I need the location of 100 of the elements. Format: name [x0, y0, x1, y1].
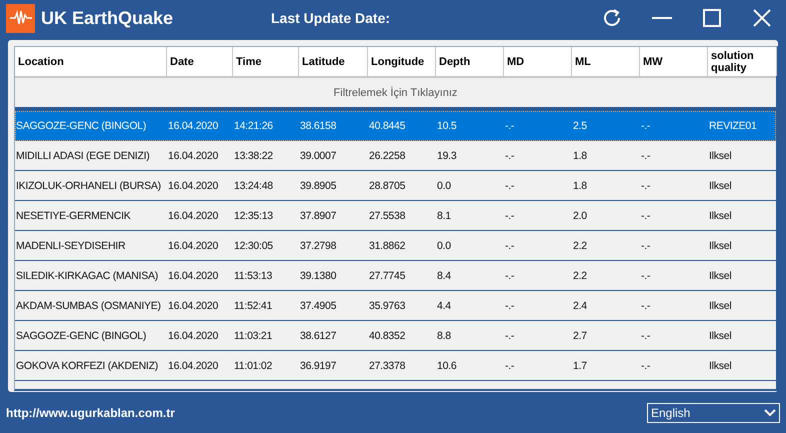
table-cell-text: -.- [504, 148, 516, 164]
table-cell-text: SILEDIK-KIRKAGAC (MANISA) [15, 268, 159, 284]
table-cell-text: -.- [504, 118, 516, 134]
table-cell-text: 2.4 [572, 298, 588, 314]
table-cell-text: SAGGOZE-GENC (BINGOL) [15, 118, 148, 134]
table-cell-text: 8.1 [436, 208, 452, 224]
table-cell-text: -.- [640, 148, 652, 164]
table-cell-text: Ilksel [708, 208, 732, 224]
table-cell-text: REVIZE01 [708, 118, 758, 134]
table-cell-text: 16.04.2020 [167, 148, 220, 164]
column-header[interactable]: Time [233, 47, 299, 76]
table-cell-text: 2.7 [572, 328, 588, 344]
column-header[interactable]: solution quality [708, 47, 777, 76]
table-cell-text: -.- [640, 358, 652, 374]
table-cell-text: 36.9197 [299, 358, 338, 374]
column-header[interactable]: ML [572, 47, 640, 76]
table-cell-text: 16.04.2020 [167, 268, 220, 284]
table-cell-text: 1.8 [572, 148, 588, 164]
table-cell-text: 37.2798 [299, 238, 338, 254]
table-cell-text: 39.1380 [299, 268, 338, 284]
table-cell-text: -.- [640, 208, 652, 224]
language-dropdown[interactable]: English [647, 402, 780, 422]
table-cell-text: NESETIYE-GERMENCIK [15, 208, 132, 224]
table-cell-text: 16.04.2020 [167, 178, 220, 194]
column-header[interactable]: Latitude [299, 47, 368, 76]
table-row[interactable]: NESETIYE-GERMENCIK 16.04.2020 12:35:13 37.8907 27.5538 8.1 -.- 2.0 -.- Ilksel [15, 201, 776, 231]
table-cell-text: 14:21:26 [233, 118, 274, 134]
column-header[interactable]: MD [504, 47, 572, 76]
table-cell-text: 0.0 [436, 178, 452, 194]
table-cell-text: 31.8862 [368, 238, 406, 254]
table-cell-text: 28.8705 [368, 178, 406, 194]
column-header[interactable]: Date [167, 47, 233, 76]
table-cell-text: 11:01:02 [233, 358, 274, 374]
table-cell-text: 13:24:48 [233, 178, 274, 194]
table-cell-text: 0.0 [436, 238, 452, 254]
table-row[interactable]: GOKOVA KORFEZI (AKDENIZ) 16.04.2020 11:01:02 36.9197 27.3378 10.6 -.- 1.7 -.- Ilksel [15, 351, 776, 381]
table-cell-text: 27.7745 [368, 268, 406, 284]
table-cell-text: -.- [640, 328, 652, 344]
table-row[interactable]: SAGGOZE-GENC (BINGOL) 16.04.2020 11:03:21 38.6127 40.8352 8.8 -.- 2.7 -.- Ilksel [15, 321, 776, 351]
table-cell-text: 40.8445 [368, 118, 406, 134]
table-cell-text: 16.04.2020 [167, 118, 220, 134]
filter-hint[interactable]: Filtrelemek İçin Tıklayınız [334, 86, 458, 98]
table-cell-text: Ilksel [708, 328, 732, 344]
table-cell-text: 27.3378 [368, 358, 406, 374]
table-cell-text: 4.4 [436, 298, 452, 314]
website-link[interactable]: http://www.ugurkablan.com.tr [6, 406, 175, 420]
table-cell-text: 11:52:41 [233, 298, 274, 314]
table-cell-text: 35.9763 [368, 298, 406, 314]
table-cell-text: 12:35:13 [233, 208, 274, 224]
table-cell-text: 16.04.2020 [167, 358, 220, 374]
table-cell-text: IKIZOLUK-ORHANELI (BURSA) [15, 178, 162, 194]
table-cell-text: 16.04.2020 [167, 298, 220, 314]
table-row[interactable]: MIDILLI ADASI (EGE DENIZI) 16.04.2020 13:38:22 39.0007 26.2258 19.3 -.- 1.8 -.- Ilksel [15, 141, 776, 171]
table-cell-text: MADENLI-SEYDISEHIR [15, 238, 126, 254]
table-row[interactable]: SAGGOZE-GENC (BINGOL) 16.04.2020 14:21:26 38.6158 40.8445 10.5 -.- 2.5 -.- REVIZE01 [15, 111, 776, 141]
table-cell-text: 1.8 [572, 178, 588, 194]
column-header[interactable]: Location [15, 47, 167, 76]
table-cell-text: Ilksel [708, 268, 732, 284]
table-cell-text: 39.8905 [299, 178, 338, 194]
table-cell-text: -.- [504, 268, 516, 284]
table-cell-text: MIDILLI ADASI (EGE DENIZI) [15, 148, 151, 164]
table-cell-text: 38.6158 [299, 118, 338, 134]
table-cell-text: 10.6 [436, 358, 458, 374]
table-cell-text: -.- [640, 178, 652, 194]
table-cell-text: Ilksel [708, 358, 732, 374]
table-cell-text: 2.2 [572, 238, 588, 254]
table-cell-text: 27.5538 [368, 208, 406, 224]
table-row[interactable]: MADENLI-SEYDISEHIR 16.04.2020 12:30:05 37.2798 31.8862 0.0 -.- 2.2 -.- Ilksel [15, 231, 776, 261]
table-cell-text: 16.04.2020 [167, 328, 220, 344]
table-cell-text: 37.8907 [299, 208, 338, 224]
table-cell-text: 10.5 [436, 118, 458, 134]
table-cell-text: -.- [504, 178, 516, 194]
last-update-label: Last Update Date: [271, 10, 392, 26]
table-cell-text: -.- [640, 298, 652, 314]
table-cell-text: -.- [504, 298, 516, 314]
caret-icon [764, 408, 776, 416]
table-cell-text: 11:53:13 [233, 268, 274, 284]
table-cell-text: 11:03:21 [233, 328, 274, 344]
table-cell-text: -.- [640, 118, 652, 134]
table-cell-text: Ilksel [708, 148, 732, 164]
table-row[interactable]: IKIZOLUK-ORHANELI (BURSA) 16.04.2020 13:24:48 39.8905 28.8705 0.0 -.- 1.8 -.- Ilksel [15, 171, 776, 201]
table-cell-text: -.- [504, 208, 516, 224]
table-row[interactable]: SILEDIK-KIRKAGAC (MANISA) 16.04.2020 11:53:13 39.1380 27.7745 8.4 -.- 2.2 -.- Ilksel [15, 261, 776, 291]
table-cell-text: -.- [504, 328, 516, 344]
table-cell-text: 2.2 [572, 268, 588, 284]
column-header[interactable]: Depth [436, 47, 504, 76]
column-header[interactable]: Longitude [368, 47, 436, 76]
app-logo-icon [6, 4, 35, 32]
table-cell-text: -.- [504, 238, 516, 254]
table-cell-text: Ilksel [708, 178, 732, 194]
table-cell-text: 1.7 [572, 358, 588, 374]
table-cell-text: -.- [504, 358, 516, 374]
table-cell-text: Ilksel [708, 238, 732, 254]
table-cell-text: 2.5 [572, 118, 588, 134]
table-cell-text: Ilksel [708, 298, 732, 314]
table-row[interactable]: AKDAM-SUMBAS (OSMANIYE) 16.04.2020 11:52:41 37.4905 35.9763 4.4 -.- 2.4 -.- Ilksel [15, 291, 776, 321]
table-cell-text: 8.4 [436, 268, 452, 284]
column-header[interactable]: MW [640, 47, 708, 76]
app-title: UK EarthQuake [41, 8, 174, 28]
table-cell-text: -.- [640, 238, 652, 254]
